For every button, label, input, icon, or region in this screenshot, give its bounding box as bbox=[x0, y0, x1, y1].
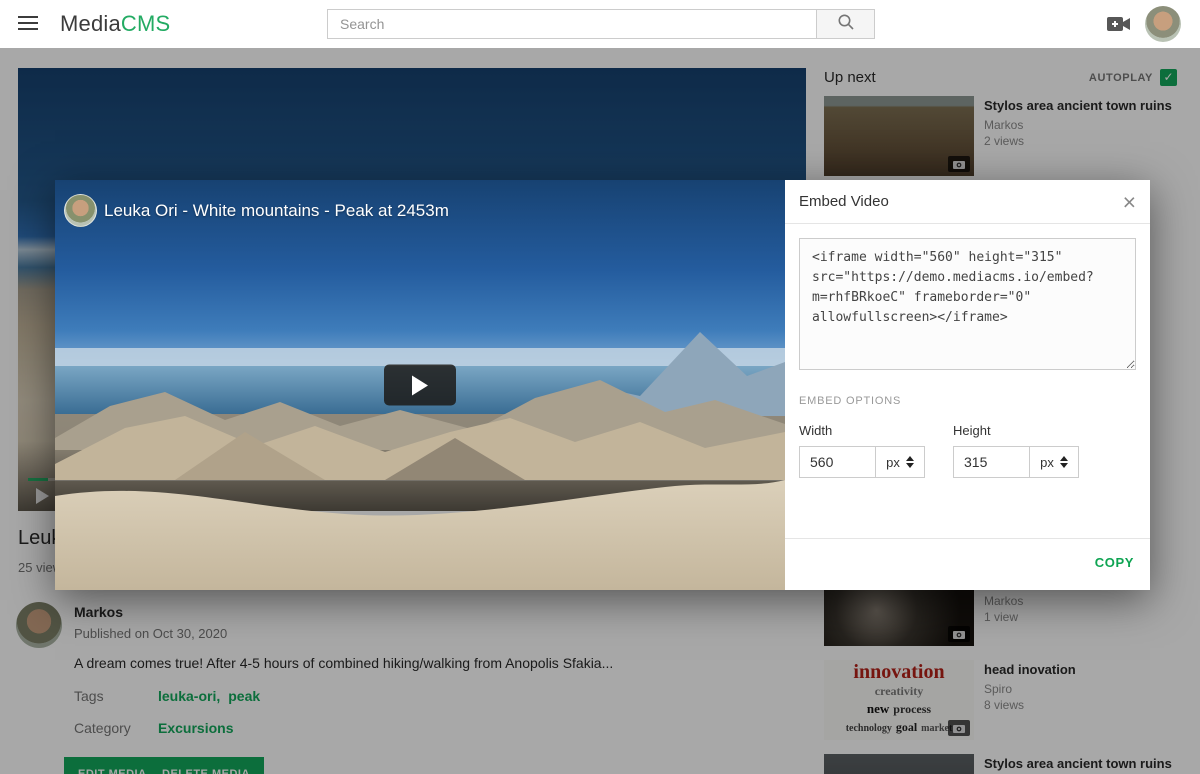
search-icon bbox=[837, 13, 855, 36]
upload-video-icon[interactable] bbox=[1106, 15, 1132, 33]
dialog-body: <iframe width="560" height="315" src="ht… bbox=[785, 224, 1150, 492]
width-input[interactable] bbox=[799, 446, 876, 478]
height-input[interactable] bbox=[953, 446, 1030, 478]
dialog-title: Embed Video bbox=[799, 193, 889, 210]
user-avatar[interactable] bbox=[1145, 6, 1181, 42]
copy-button[interactable]: COPY bbox=[1095, 555, 1134, 570]
preview-video-title: Leuka Ori - White mountains - Peak at 24… bbox=[104, 201, 449, 221]
preview-play-button[interactable] bbox=[384, 365, 456, 406]
height-unit-select[interactable]: px bbox=[1029, 446, 1079, 478]
embed-options-label: EMBED OPTIONS bbox=[799, 395, 1136, 407]
spinner-arrows-icon bbox=[906, 456, 914, 468]
search-button[interactable] bbox=[817, 9, 875, 39]
search-bar bbox=[327, 9, 875, 39]
embed-preview-player[interactable]: Leuka Ori - White mountains - Peak at 24… bbox=[55, 180, 785, 590]
search-input[interactable] bbox=[327, 9, 817, 39]
spinner-arrows-icon bbox=[1060, 456, 1068, 468]
app-logo[interactable]: MediaCMS bbox=[60, 11, 170, 37]
embed-video-modal: Leuka Ori - White mountains - Peak at 24… bbox=[55, 180, 1150, 590]
logo-cms: CMS bbox=[121, 11, 171, 36]
menu-icon[interactable] bbox=[18, 16, 38, 32]
width-option-group: Width px bbox=[799, 423, 925, 478]
embed-dialog-panel: Embed Video × <iframe width="560" height… bbox=[785, 180, 1150, 590]
width-label: Width bbox=[799, 423, 925, 438]
embed-code-textarea[interactable]: <iframe width="560" height="315" src="ht… bbox=[799, 238, 1136, 370]
top-header: MediaCMS bbox=[0, 0, 1200, 48]
height-unit-value: px bbox=[1040, 455, 1054, 470]
play-icon bbox=[412, 375, 428, 395]
preview-author-avatar bbox=[64, 194, 97, 227]
width-unit-select[interactable]: px bbox=[875, 446, 925, 478]
size-options-row: Width px Height bbox=[799, 423, 1136, 478]
height-label: Height bbox=[953, 423, 1079, 438]
dialog-footer: COPY bbox=[785, 538, 1150, 590]
dialog-header: Embed Video × bbox=[785, 180, 1150, 224]
close-icon[interactable]: × bbox=[1123, 188, 1136, 216]
page: MediaCMS Leuka Ori - White mountains - P… bbox=[0, 0, 1200, 774]
logo-media: Media bbox=[60, 11, 121, 36]
width-unit-value: px bbox=[886, 455, 900, 470]
height-option-group: Height px bbox=[953, 423, 1079, 478]
